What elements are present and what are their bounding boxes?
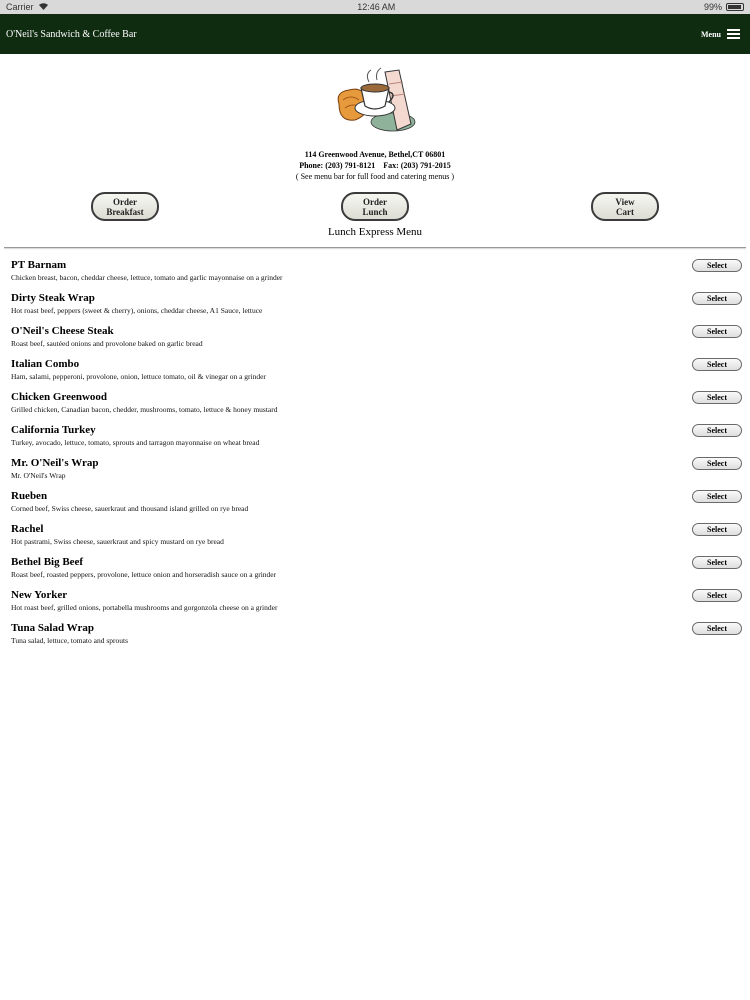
list-item: Dirty Steak Wrap Hot roast beef, peppers …: [11, 289, 746, 322]
status-time: 12:46 AM: [357, 2, 396, 12]
list-item: Rachel Hot pastrami, Swiss cheese, sauerk…: [11, 520, 746, 553]
view-cart-line2: Cart: [616, 207, 634, 217]
list-item: Mr. O'Neil's Wrap Mr. O'Neil's Wrap Select: [11, 454, 746, 487]
battery-icon: [726, 3, 744, 11]
item-description: Corned beef, Swiss cheese, sauerkraut an…: [11, 504, 249, 513]
menu-label: Menu: [701, 29, 721, 39]
logo: [0, 54, 750, 144]
list-item: O'Neil's Cheese Steak Roast beef, sautéed…: [11, 322, 746, 355]
order-breakfast-button[interactable]: Order Breakfast: [91, 192, 159, 221]
select-button[interactable]: Select: [692, 325, 742, 338]
fax-text: Fax: (203) 791-2015: [383, 161, 451, 170]
menu-note: ( See menu bar for full food and caterin…: [295, 172, 455, 181]
item-name: Dirty Steak Wrap: [11, 292, 95, 304]
order-lunch-line1: Order: [363, 197, 387, 207]
list-item: Bethel Big Beef Roast beef, roasted peppe…: [11, 553, 746, 586]
order-lunch-button[interactable]: Order Lunch: [341, 192, 409, 221]
menu-heading: Lunch Express Menu: [327, 226, 423, 238]
order-buttons: Order Breakfast Order Lunch View Cart: [0, 192, 750, 226]
order-lunch-line2: Lunch: [362, 207, 388, 217]
item-description: Grilled chicken, Canadian bacon, chedder…: [11, 405, 278, 414]
item-description: Roast beef, roasted peppers, provolone, …: [11, 570, 277, 579]
item-name: Chicken Greenwood: [11, 391, 108, 403]
select-button[interactable]: Select: [692, 424, 742, 437]
select-button[interactable]: Select: [692, 523, 742, 536]
item-name: Rachel: [11, 523, 44, 535]
select-button[interactable]: Select: [692, 292, 742, 305]
menu-items-list: PT Barnam Chicken breast, bacon, cheddar …: [0, 248, 750, 652]
item-description: Chicken breast, bacon, cheddar cheese, l…: [11, 273, 283, 282]
item-name: Rueben: [11, 490, 48, 502]
address-text: 114 Greenwood Avenue, Bethel,CT 06801: [304, 150, 446, 159]
list-item: Tuna Salad Wrap Tuna salad, lettuce, toma…: [11, 619, 746, 652]
coffee-logo: [337, 67, 416, 132]
status-bar: Carrier 12:46 AM 99%: [0, 0, 750, 14]
menu-button[interactable]: Menu: [701, 29, 740, 39]
list-item: Rueben Corned beef, Swiss cheese, sauerkr…: [11, 487, 746, 520]
order-breakfast-line1: Order: [113, 197, 137, 207]
item-description: Hot roast beef, grilled onions, portabel…: [11, 603, 278, 612]
wifi-icon: [38, 2, 49, 12]
select-button[interactable]: Select: [692, 490, 742, 503]
select-button[interactable]: Select: [692, 556, 742, 569]
item-description: Hot roast beef, peppers (sweet & cherry)…: [11, 306, 263, 315]
phone-text: Phone: (203) 791-8121: [299, 161, 376, 170]
item-name: O'Neil's Cheese Steak: [11, 325, 114, 337]
carrier-label: Carrier: [6, 2, 34, 12]
item-description: Roast beef, sautéed onions and provolone…: [11, 339, 203, 348]
item-name: California Turkey: [11, 424, 96, 436]
contact-info: 114 Greenwood Avenue, Bethel,CT 06801 Ph…: [0, 149, 750, 182]
hamburger-icon: [727, 29, 740, 39]
select-button[interactable]: Select: [692, 391, 742, 404]
select-button[interactable]: Select: [692, 622, 742, 635]
item-name: Tuna Salad Wrap: [11, 622, 94, 634]
item-description: Mr. O'Neil's Wrap: [11, 471, 66, 480]
item-description: Tuna salad, lettuce, tomato and sprouts: [11, 636, 128, 645]
list-item: New Yorker Hot roast beef, grilled onions…: [11, 586, 746, 619]
view-cart-line1: View: [615, 197, 635, 207]
item-description: Turkey, avocado, lettuce, tomato, sprout…: [11, 438, 260, 447]
status-right: 99%: [704, 2, 744, 12]
item-description: Ham, salami, pepperoni, provolone, onion…: [11, 372, 266, 381]
select-button[interactable]: Select: [692, 358, 742, 371]
select-button[interactable]: Select: [692, 457, 742, 470]
list-item: PT Barnam Chicken breast, bacon, cheddar …: [11, 256, 746, 289]
battery-percent: 99%: [703, 2, 722, 12]
list-item: Chicken Greenwood Grilled chicken, Canadi…: [11, 388, 746, 421]
item-name: PT Barnam: [11, 259, 67, 271]
item-name: Italian Combo: [11, 358, 80, 370]
select-button[interactable]: Select: [692, 259, 742, 272]
phone-fax-line: Phone: (203) 791-8121 Fax: (203) 791-2015: [0, 160, 750, 171]
app-title: O'Neil's Sandwich & Coffee Bar: [6, 28, 137, 40]
item-name: Bethel Big Beef: [11, 556, 84, 568]
app-header: O'Neil's Sandwich & Coffee Bar Menu: [0, 14, 750, 54]
order-breakfast-line2: Breakfast: [106, 207, 144, 217]
view-cart-button[interactable]: View Cart: [591, 192, 659, 221]
status-left: Carrier: [6, 2, 49, 12]
item-description: Hot pastrami, Swiss cheese, sauerkraut a…: [11, 537, 224, 546]
list-item: Italian Combo Ham, salami, pepperoni, pro…: [11, 355, 746, 388]
item-name: New Yorker: [11, 589, 68, 601]
list-item: California Turkey Turkey, avocado, lettuc…: [11, 421, 746, 454]
item-name: Mr. O'Neil's Wrap: [11, 457, 99, 469]
select-button[interactable]: Select: [692, 589, 742, 602]
